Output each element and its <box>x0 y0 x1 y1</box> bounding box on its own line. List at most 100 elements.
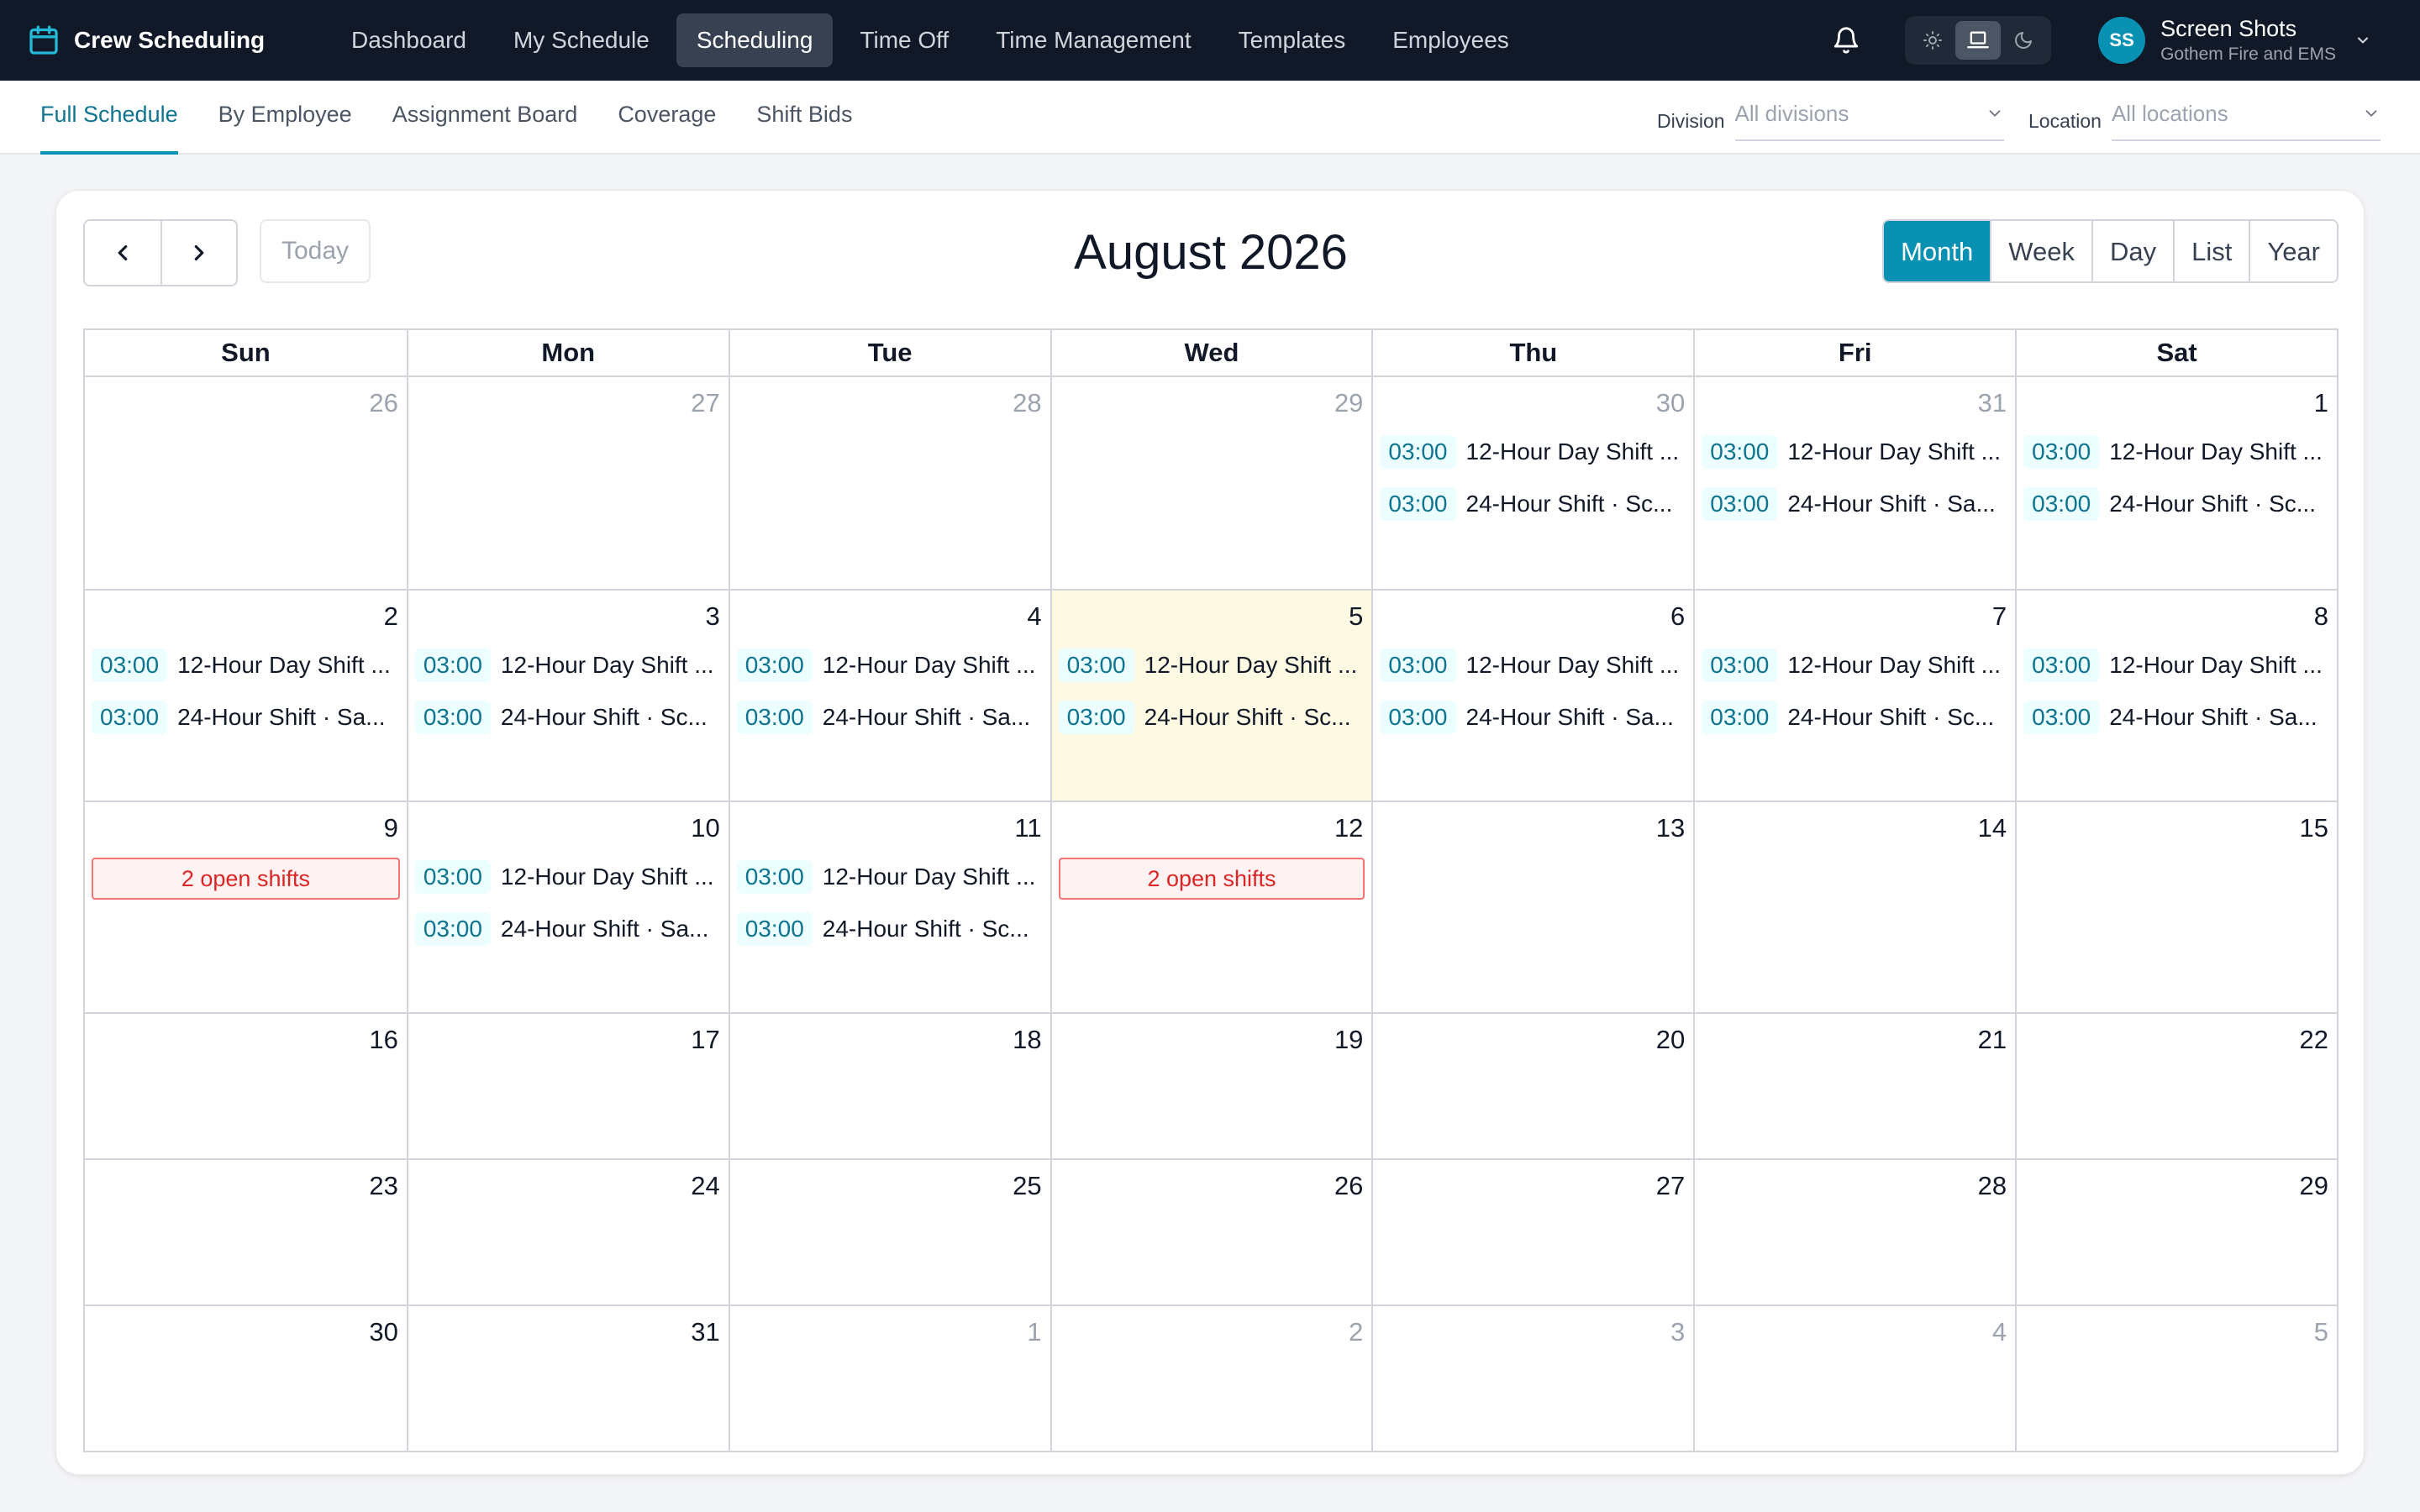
day-number[interactable]: 12 <box>1059 811 1365 846</box>
day-cell[interactable]: 4 03:00 12-Hour Day Shift ... 03:00 24-Hour … <box>728 591 1050 801</box>
day-number[interactable]: 18 <box>737 1022 1044 1058</box>
day-number[interactable]: 26 <box>1059 1168 1365 1204</box>
today-button[interactable]: Today <box>260 219 371 283</box>
day-number[interactable]: 4 <box>1702 1315 2008 1350</box>
day-number[interactable]: 3 <box>1380 1315 1686 1350</box>
day-cell[interactable]: 29 <box>1050 377 1372 589</box>
day-cell[interactable]: 3 03:00 12-Hour Day Shift ... 03:00 24-Hour … <box>406 591 729 801</box>
shift-event[interactable]: 03:00 24-Hour Shift · Sa... <box>92 696 400 738</box>
day-number[interactable]: 2 <box>1059 1315 1365 1350</box>
day-cell[interactable]: 20 <box>1371 1014 1693 1158</box>
day-cell[interactable]: 9 2 open shifts <box>85 802 407 1012</box>
dark-theme-button[interactable] <box>2001 21 2046 60</box>
day-cell[interactable]: 6 03:00 12-Hour Day Shift ... 03:00 24-Hour … <box>1371 591 1693 801</box>
day-cell[interactable]: 1 <box>728 1306 1050 1451</box>
day-cell[interactable]: 26 <box>1050 1160 1372 1305</box>
day-cell[interactable]: 27 <box>1371 1160 1693 1305</box>
shift-event[interactable]: 03:00 12-Hour Day Shift ... <box>414 644 722 686</box>
day-cell[interactable]: 12 2 open shifts <box>1050 802 1372 1012</box>
nav-item-dashboard[interactable]: Dashboard <box>331 13 487 67</box>
view-day-button[interactable]: Day <box>2091 221 2174 281</box>
day-number[interactable]: 5 <box>1059 599 1365 634</box>
day-number[interactable]: 28 <box>1702 1168 2008 1204</box>
day-cell[interactable]: 2 <box>1050 1306 1372 1451</box>
nav-item-templates[interactable]: Templates <box>1218 13 1366 67</box>
day-cell[interactable]: 13 <box>1371 802 1693 1012</box>
day-number[interactable]: 20 <box>1380 1022 1686 1058</box>
shift-event[interactable]: 03:00 24-Hour Shift · Sa... <box>2023 696 2330 738</box>
day-cell[interactable]: 26 <box>85 377 407 589</box>
day-cell[interactable]: 27 <box>406 377 729 589</box>
shift-event[interactable]: 03:00 12-Hour Day Shift ... <box>414 856 722 898</box>
day-cell-today[interactable]: 5 03:00 12-Hour Day Shift ... 03:00 24-Hour … <box>1050 591 1372 801</box>
day-cell[interactable]: 17 <box>406 1014 729 1158</box>
user-menu[interactable]: SS Screen Shots Gothem Fire and EMS <box>2098 14 2371 66</box>
day-number[interactable]: 24 <box>415 1168 722 1204</box>
day-cell[interactable]: 15 <box>2015 802 2337 1012</box>
day-cell[interactable]: 2 03:00 12-Hour Day Shift ... 03:00 24-Hour … <box>85 591 407 801</box>
day-number[interactable]: 11 <box>737 811 1044 846</box>
day-cell[interactable]: 4 <box>1693 1306 2015 1451</box>
day-number[interactable]: 14 <box>1702 811 2008 846</box>
day-cell[interactable]: 19 <box>1050 1014 1372 1158</box>
shift-event[interactable]: 03:00 12-Hour Day Shift ... <box>736 644 1044 686</box>
open-shifts-badge[interactable]: 2 open shifts <box>1058 858 1365 900</box>
day-cell[interactable]: 24 <box>406 1160 729 1305</box>
day-cell[interactable]: 3 <box>1371 1306 1693 1451</box>
nav-item-employees[interactable]: Employees <box>1372 13 1529 67</box>
shift-event[interactable]: 03:00 24-Hour Shift · Sc... <box>1702 696 2008 738</box>
system-theme-button[interactable] <box>1955 21 2002 60</box>
day-number[interactable]: 1 <box>2023 386 2330 421</box>
day-cell[interactable]: 31 <box>406 1306 729 1451</box>
day-number[interactable]: 30 <box>92 1315 400 1350</box>
nav-item-scheduling[interactable]: Scheduling <box>676 13 834 67</box>
day-number[interactable]: 29 <box>1059 386 1365 421</box>
day-number[interactable]: 10 <box>415 811 722 846</box>
day-cell[interactable]: 29 <box>2015 1160 2337 1305</box>
day-cell[interactable]: 1 03:00 12-Hour Day Shift ... 03:00 24-Hour … <box>2015 377 2337 589</box>
shift-event[interactable]: 03:00 12-Hour Day Shift ... <box>1380 431 1686 473</box>
day-number[interactable]: 8 <box>2023 599 2330 634</box>
day-number[interactable]: 31 <box>1702 386 2008 421</box>
tab-by-employee[interactable]: By Employee <box>198 81 372 155</box>
shift-event[interactable]: 03:00 12-Hour Day Shift ... <box>736 856 1044 898</box>
day-number[interactable]: 28 <box>737 386 1044 421</box>
prev-button[interactable] <box>85 221 160 285</box>
day-cell[interactable]: 22 <box>2015 1014 2337 1158</box>
day-cell[interactable]: 14 <box>1693 802 2015 1012</box>
tab-full-schedule[interactable]: Full Schedule <box>20 81 198 155</box>
day-number[interactable]: 13 <box>1380 811 1686 846</box>
shift-event[interactable]: 03:00 24-Hour Shift · Sc... <box>1380 483 1686 525</box>
day-cell[interactable]: 7 03:00 12-Hour Day Shift ... 03:00 24-Hour … <box>1693 591 2015 801</box>
shift-event[interactable]: 03:00 12-Hour Day Shift ... <box>1702 644 2008 686</box>
day-cell[interactable]: 28 <box>1693 1160 2015 1305</box>
day-number[interactable]: 30 <box>1380 386 1686 421</box>
shift-event[interactable]: 03:00 24-Hour Shift · Sc... <box>1058 696 1365 738</box>
brand[interactable]: Crew Scheduling <box>27 24 306 57</box>
day-cell[interactable]: 30 03:00 12-Hour Day Shift ... 03:00 24-Hour… <box>1371 377 1693 589</box>
day-number[interactable]: 9 <box>92 811 400 846</box>
day-number[interactable]: 15 <box>2023 811 2330 846</box>
shift-event[interactable]: 03:00 12-Hour Day Shift ... <box>2023 644 2330 686</box>
view-year-button[interactable]: Year <box>2249 221 2337 281</box>
day-number[interactable]: 16 <box>92 1022 400 1058</box>
day-number[interactable]: 22 <box>2023 1022 2330 1058</box>
nav-item-my-schedule[interactable]: My Schedule <box>493 13 670 67</box>
day-cell[interactable]: 16 <box>85 1014 407 1158</box>
nav-item-time-management[interactable]: Time Management <box>976 13 1211 67</box>
day-cell[interactable]: 28 <box>728 377 1050 589</box>
day-number[interactable]: 27 <box>1380 1168 1686 1204</box>
shift-event[interactable]: 03:00 24-Hour Shift · Sc... <box>736 908 1044 950</box>
day-number[interactable]: 3 <box>415 599 722 634</box>
shift-event[interactable]: 03:00 12-Hour Day Shift ... <box>1058 644 1365 686</box>
day-number[interactable]: 27 <box>415 386 722 421</box>
shift-event[interactable]: 03:00 12-Hour Day Shift ... <box>1702 431 2008 473</box>
day-number[interactable]: 21 <box>1702 1022 2008 1058</box>
notifications-button[interactable] <box>1828 22 1865 59</box>
day-cell[interactable]: 25 <box>728 1160 1050 1305</box>
nav-item-time-off[interactable]: Time Off <box>839 13 969 67</box>
open-shifts-badge[interactable]: 2 open shifts <box>92 858 400 900</box>
day-number[interactable]: 25 <box>737 1168 1044 1204</box>
day-number[interactable]: 4 <box>737 599 1044 634</box>
light-theme-button[interactable] <box>1910 21 1955 60</box>
